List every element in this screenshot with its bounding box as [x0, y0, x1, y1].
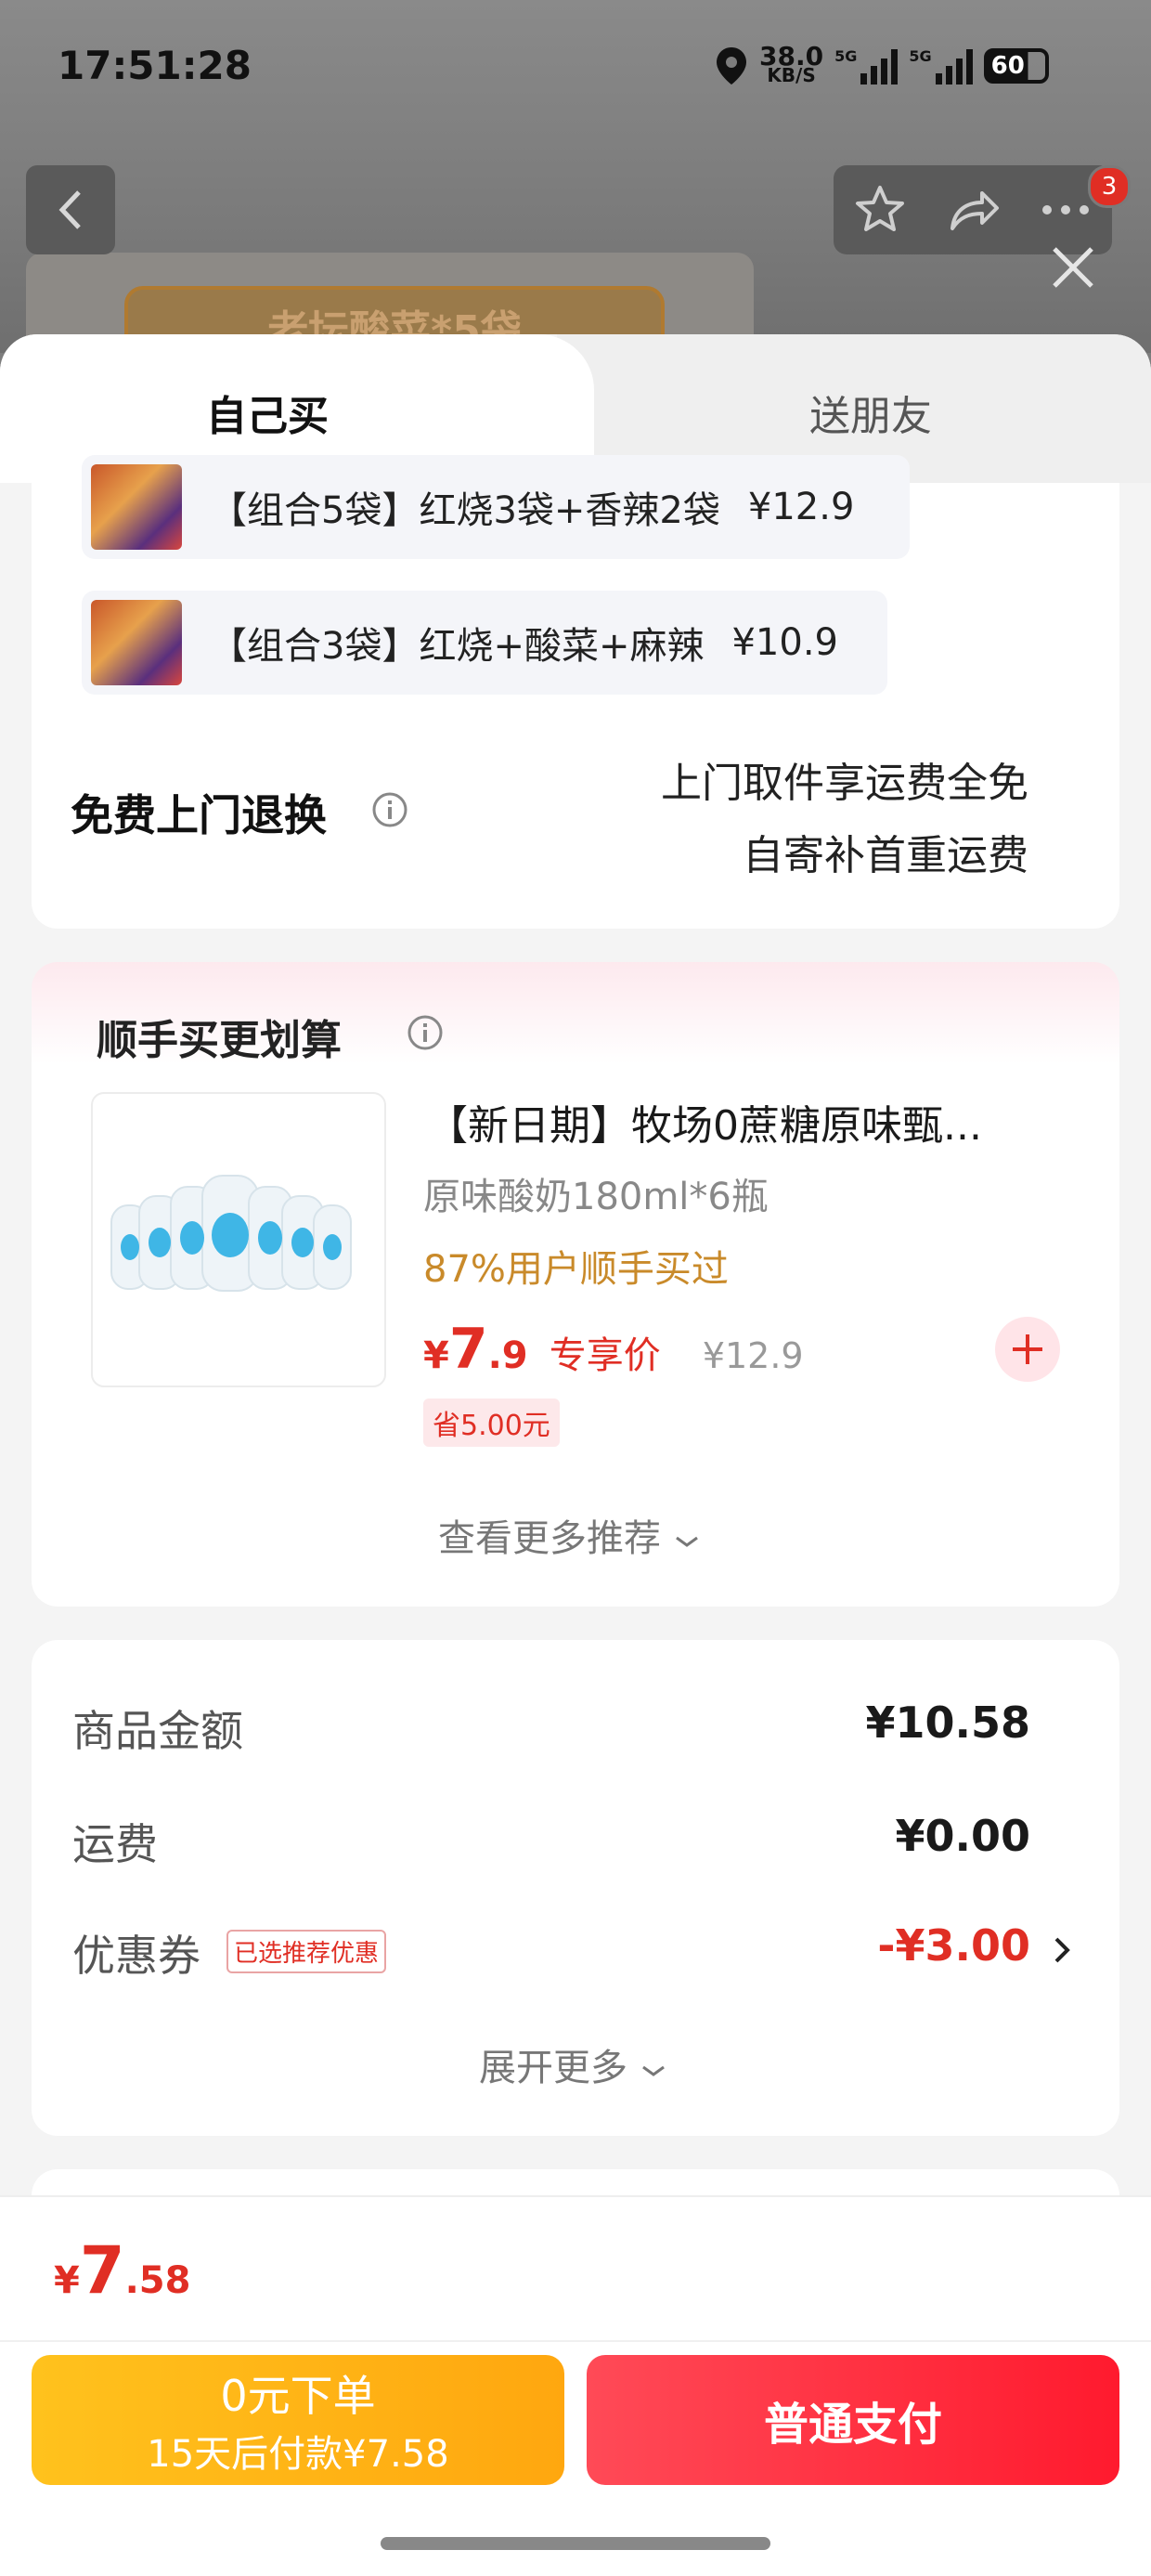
chevron-down-icon — [641, 2065, 665, 2076]
view-more-label: 查看更多推荐 — [438, 1517, 661, 1560]
pay-later-subtitle: 15天后付款¥7.58 — [147, 2433, 449, 2476]
coupon-label: 优惠券 — [72, 1931, 200, 1981]
shipping-value: ¥0.00 — [895, 1811, 1030, 1861]
combo-thumbnail — [91, 464, 182, 550]
product-image[interactable] — [91, 1092, 386, 1387]
combo-thumbnail — [91, 600, 182, 685]
shipping-label: 运费 — [72, 1819, 158, 1869]
info-icon[interactable] — [371, 791, 408, 828]
addon-price: ¥7.9 专享价 ¥12.9 — [423, 1317, 804, 1382]
status-time: 17:51:28 — [58, 43, 252, 88]
total-int: 7 — [79, 2232, 125, 2309]
combo-label: 【组合3袋】红烧+酸菜+麻辣 — [210, 625, 705, 668]
star-icon[interactable] — [852, 182, 908, 238]
signal-bars-icon — [860, 47, 899, 85]
price-int: 7 — [448, 1317, 488, 1382]
combo-price: ¥10.9 — [731, 621, 838, 664]
combo-price: ¥12.9 — [747, 486, 855, 528]
return-policy-detail: 上门取件享运费全免 自寄补首重运费 — [520, 748, 1028, 892]
addon-product-spec: 原味酸奶180ml*6瓶 — [423, 1176, 769, 1218]
total-dec: .58 — [124, 2259, 191, 2302]
home-indicator[interactable] — [381, 2537, 770, 2550]
total-price: ¥7.58 — [54, 2232, 190, 2309]
price-tag: 专享价 — [549, 1334, 661, 1377]
normal-pay-label: 普通支付 — [763, 2399, 942, 2451]
price-dec: .9 — [487, 1334, 528, 1377]
combo-option[interactable]: 【组合5袋】红烧3袋+香辣2袋 ¥12.9 — [82, 455, 910, 559]
battery-icon: 60 — [983, 48, 1049, 84]
goods-amount-value: ¥10.58 — [865, 1698, 1030, 1748]
tab-self-buy[interactable]: 自己买 — [206, 383, 329, 442]
return-policy-title: 免费上门退换 — [71, 790, 327, 840]
total-symbol: ¥ — [54, 2259, 80, 2302]
pay-later-title: 0元下单 — [220, 2371, 376, 2421]
coupon-tag: 已选推荐优惠 — [226, 1930, 387, 1973]
tab-gift[interactable]: 送朋友 — [809, 383, 932, 442]
chevron-down-icon — [675, 1536, 698, 1547]
info-icon[interactable] — [407, 1014, 444, 1051]
return-policy-line: 上门取件享运费全免 — [661, 760, 1028, 807]
price-symbol: ¥ — [423, 1334, 449, 1377]
plus-icon — [1013, 1334, 1042, 1364]
combo-option[interactable]: 【组合3袋】红烧+酸菜+麻辣 ¥10.9 — [82, 591, 887, 695]
net-speed: 38.0 KB/S — [759, 41, 824, 86]
yogurt-bottles-icon — [110, 1175, 352, 1292]
close-icon — [1053, 247, 1093, 288]
view-more-recommendations[interactable]: 查看更多推荐 — [438, 1508, 701, 1562]
goods-amount-label: 商品金额 — [72, 1706, 243, 1756]
addon-product-title[interactable]: 【新日期】牧场0蔗糖原味甄... — [427, 1092, 982, 1151]
cart-badge: 3 — [1088, 165, 1131, 208]
return-policy-line: 自寄补首重运费 — [743, 832, 1028, 879]
chevron-right-icon[interactable] — [1051, 1933, 1073, 1967]
saving-badge: 省5.00元 — [423, 1399, 560, 1447]
original-price: ¥12.9 — [702, 1335, 804, 1376]
expand-more-label: 展开更多 — [479, 2047, 627, 2089]
share-icon[interactable] — [945, 182, 1001, 238]
back-button[interactable] — [26, 165, 115, 254]
expand-more[interactable]: 展开更多 — [479, 2037, 667, 2091]
signal-1: 5G — [834, 47, 899, 85]
addon-section-title: 顺手买更划算 — [97, 1017, 342, 1064]
location-icon — [717, 47, 746, 85]
signal-bars-icon — [935, 47, 973, 85]
pay-later-button[interactable]: 0元下单 15天后付款¥7.58 — [32, 2355, 564, 2485]
add-to-order-button[interactable] — [995, 1317, 1060, 1382]
close-button[interactable] — [1045, 240, 1101, 295]
normal-pay-button[interactable]: 普通支付 — [587, 2355, 1119, 2485]
status-icons: 38.0 KB/S 5G 5G 60 — [715, 43, 1049, 89]
combo-label: 【组合5袋】红烧3袋+香辣2袋 — [210, 489, 720, 532]
signal-2: 5G — [909, 47, 973, 85]
more-icon[interactable] — [1038, 201, 1093, 219]
coupon-value[interactable]: -¥3.00 — [743, 1920, 1030, 1971]
addon-purchase-rate: 87%用户顺手买过 — [423, 1248, 729, 1291]
chevron-left-icon — [58, 190, 81, 229]
footer-divider — [0, 2340, 1151, 2342]
